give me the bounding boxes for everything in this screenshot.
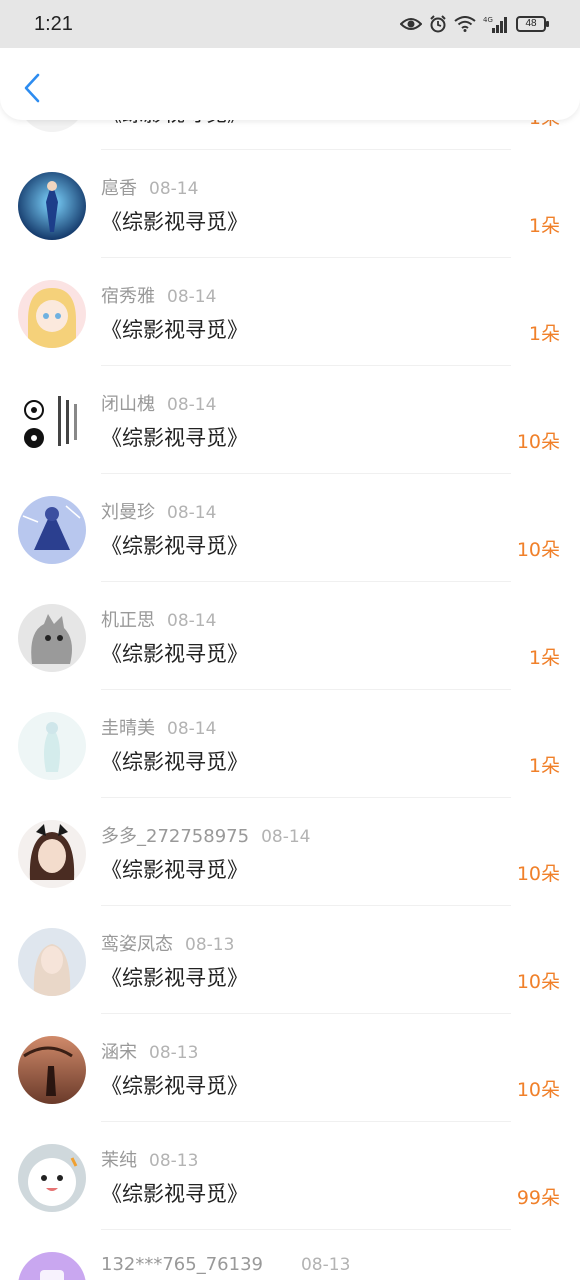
user-name: 宿秀雅 [101, 286, 155, 307]
book-title: 《综影视寻觅》 [101, 966, 248, 990]
gift-date: 08-14 [167, 395, 217, 415]
avatar [18, 928, 86, 996]
list-item[interactable]: 132***765_76139 08-13 [0, 1230, 580, 1280]
avatar [18, 820, 86, 888]
status-icons: 4G 48 [400, 15, 549, 33]
avatar [18, 712, 86, 780]
gift-date: 08-13 [149, 1043, 199, 1063]
gift-amount: 1朵 [528, 323, 560, 345]
status-bar: 1:21 4G 48 [0, 0, 580, 48]
book-title: 《综影视寻觅》 [101, 318, 248, 342]
gift-date: 08-14 [167, 611, 217, 631]
svg-text:4G: 4G [483, 16, 493, 24]
user-name: 刘曼珍 [101, 502, 155, 523]
gift-amount: 1朵 [528, 755, 560, 777]
list-item[interactable]: 宿秀雅 08-14 《综影视寻觅》 1朵 [0, 258, 580, 366]
avatar [18, 604, 86, 672]
nav-bar [0, 48, 580, 120]
gift-amount: 1朵 [528, 647, 560, 669]
avatar [18, 280, 86, 348]
book-title: 《综影视寻觅》 [101, 210, 248, 234]
user-name: 茉纯 [101, 1150, 137, 1171]
signal-4g-icon: 4G [483, 16, 507, 33]
book-title: 《综影视寻觅》 [101, 534, 248, 558]
gift-date: 08-14 [149, 179, 199, 199]
book-title: 《综影视寻觅》 [101, 858, 248, 882]
gift-date: 08-14 [261, 827, 311, 847]
gift-date: 08-14 [167, 287, 217, 307]
book-title: 《综影视寻觅》 [101, 1074, 248, 1098]
user-name: 机正思 [101, 610, 155, 631]
book-title: 《综影视寻觅》 [101, 426, 248, 450]
list-item[interactable]: 机正思 08-14 《综影视寻觅》 1朵 [0, 582, 580, 690]
avatar [18, 172, 86, 240]
avatar [18, 1144, 86, 1212]
battery-icon: 48 [516, 16, 549, 32]
user-name: 多多_272758975 [101, 826, 250, 847]
list-item[interactable]: 涵宋 08-13 《综影视寻觅》 10朵 [0, 1014, 580, 1122]
avatar [18, 388, 86, 456]
user-name: 闭山槐 [101, 394, 155, 415]
back-button[interactable] [14, 68, 50, 108]
book-title: 《综影视寻觅》 [101, 642, 248, 666]
gift-amount: 1朵 [528, 215, 560, 237]
gift-amount: 10朵 [516, 863, 560, 885]
list-item[interactable]: 扈香 08-14 《综影视寻觅》 1朵 [0, 150, 580, 258]
wifi-icon [454, 16, 476, 32]
gift-date: 08-13 [300, 1255, 351, 1275]
alarm-icon [430, 15, 446, 33]
list-item[interactable]: 茉纯 08-13 《综影视寻觅》 99朵 [0, 1122, 580, 1230]
list-item[interactable]: 多多_272758975 08-14 《综影视寻觅》 10朵 [0, 798, 580, 906]
user-name: 圭晴美 [101, 718, 155, 739]
avatar [18, 1252, 86, 1280]
gift-amount: 10朵 [516, 1079, 560, 1101]
gift-amount: 10朵 [516, 971, 560, 993]
gift-date: 08-14 [167, 503, 217, 523]
gift-date: 08-14 [167, 719, 217, 739]
user-name: 132***765_76139 [101, 1254, 263, 1275]
avatar [18, 496, 86, 564]
chevron-left-icon [24, 73, 40, 103]
avatar [18, 1036, 86, 1104]
gift-amount: 10朵 [516, 431, 560, 453]
list-item[interactable]: 闭山槐 08-14 《综影视寻觅》 10朵 [0, 366, 580, 474]
list-item[interactable]: 圭晴美 08-14 《综影视寻觅》 1朵 [0, 690, 580, 798]
book-title: 《综影视寻觅》 [101, 1182, 248, 1206]
gift-amount: 10朵 [516, 539, 560, 561]
gift-amount: 99朵 [516, 1187, 560, 1209]
user-name: 涵宋 [101, 1042, 137, 1063]
list-item[interactable]: 鸾姿凤态 08-13 《综影视寻觅》 10朵 [0, 906, 580, 1014]
list-item[interactable]: 刘曼珍 08-14 《综影视寻觅》 10朵 [0, 474, 580, 582]
eye-icon [400, 18, 422, 30]
book-title: 《综影视寻觅》 [101, 750, 248, 774]
gift-date: 08-13 [185, 935, 235, 955]
user-name: 鸾姿凤态 [101, 934, 173, 955]
status-time: 1:21 [34, 12, 73, 35]
gift-date: 08-13 [149, 1151, 199, 1171]
user-name: 扈香 [101, 178, 137, 199]
